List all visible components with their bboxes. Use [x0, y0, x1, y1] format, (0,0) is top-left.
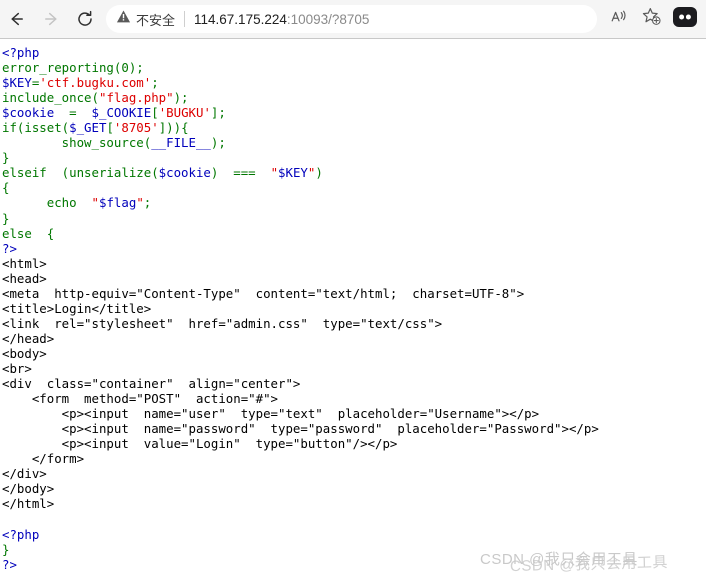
url-text[interactable]: 114.67.175.224:10093/?8705	[194, 12, 369, 27]
arrow-left-icon	[7, 9, 27, 29]
warning-triangle-icon	[116, 9, 131, 29]
page-viewport: <?php error_reporting(0); $KEY='ctf.bugk…	[0, 39, 706, 587]
browser-toolbar: 不安全 114.67.175.224:10093/?8705	[0, 0, 706, 39]
toolbar-actions	[603, 3, 706, 35]
read-aloud-icon	[609, 7, 629, 32]
not-secure-label: 不安全	[136, 12, 176, 28]
security-status[interactable]: 不安全	[116, 9, 175, 29]
forward-button[interactable]	[34, 2, 68, 36]
profile-button[interactable]	[670, 4, 700, 34]
arrow-right-icon	[41, 9, 61, 29]
profile-avatar-icon	[672, 4, 698, 35]
add-to-favorites-star-icon	[641, 6, 662, 32]
back-button[interactable]	[0, 2, 34, 36]
reload-button[interactable]	[68, 2, 102, 36]
url-path: :10093/?8705	[286, 11, 370, 27]
url-host: 114.67.175.224	[194, 11, 287, 27]
address-bar[interactable]: 不安全 114.67.175.224:10093/?8705	[106, 5, 597, 33]
read-aloud-button[interactable]	[603, 3, 635, 35]
reload-icon	[75, 9, 95, 29]
add-to-favorites-button[interactable]	[635, 3, 667, 35]
php-source-listing: <?php error_reporting(0); $KEY='ctf.bugk…	[2, 45, 599, 572]
url-divider	[184, 11, 186, 27]
